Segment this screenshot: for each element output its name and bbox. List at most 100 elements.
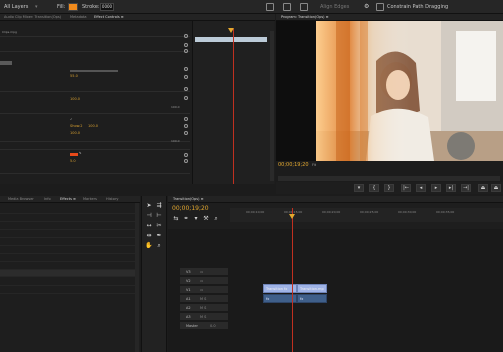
reset-icon[interactable] — [184, 87, 188, 91]
track-header-v3[interactable]: V3 ▭ — [180, 268, 228, 276]
value-2b[interactable]: 100.0 — [171, 105, 180, 109]
list-item[interactable] — [0, 279, 136, 286]
list-item[interactable] — [0, 247, 136, 254]
arrange-icon[interactable] — [300, 3, 308, 11]
value-4[interactable]: 100.0 — [70, 131, 80, 135]
track-header-a3[interactable]: A3 M S — [180, 313, 228, 321]
selection-tool-icon[interactable]: ➤ — [145, 202, 153, 210]
extract-icon[interactable]: ⏏ — [491, 184, 501, 192]
opacity-slider[interactable] — [70, 70, 118, 72]
step-back-icon[interactable]: ◂ — [416, 184, 426, 192]
constrain-checkbox[interactable] — [376, 3, 384, 11]
collapse-toggle[interactable] — [0, 61, 12, 65]
track-header-v1[interactable]: V1 ▭ — [180, 286, 228, 294]
tab-history[interactable]: History — [106, 197, 118, 201]
marker-icon[interactable]: ▾ — [354, 184, 364, 192]
reset-icon[interactable] — [184, 124, 188, 128]
audio-clip[interactable]: fx — [297, 294, 327, 303]
timeline-tab[interactable]: Transition(Ops) ≡ — [168, 196, 503, 203]
list-item[interactable] — [0, 287, 136, 294]
tab-audio-clip-mixer[interactable]: Audio Clip Mixer: Transition(Ops) — [4, 15, 61, 19]
list-item-selected[interactable] — [0, 270, 136, 277]
go-to-out-icon[interactable]: →| — [461, 184, 471, 192]
reset-icon[interactable] — [184, 67, 188, 71]
value-5[interactable]: 100.0 — [171, 139, 180, 143]
linked-icon[interactable]: ⚭ — [182, 215, 190, 223]
fill-color-swatch[interactable] — [68, 3, 78, 11]
tab-effect-controls[interactable]: Effect Controls ≡ — [94, 15, 124, 19]
playhead-icon[interactable] — [228, 28, 234, 33]
wrench-icon[interactable]: ⚒ — [202, 215, 210, 223]
list-item[interactable] — [0, 207, 136, 214]
scrollbar[interactable] — [135, 203, 139, 352]
pen-icon[interactable]: ✒ — [155, 232, 163, 240]
checkmark-icon[interactable]: ✓ — [70, 117, 73, 121]
ripple-edit-icon[interactable]: ⊣ — [145, 212, 153, 220]
reset-icon[interactable] — [184, 49, 188, 53]
reset-icon[interactable] — [184, 75, 188, 79]
program-timecode[interactable]: 00;00;19;20 — [278, 162, 309, 168]
tab-markers[interactable]: Markers — [83, 197, 97, 201]
zoom-icon[interactable]: ⌕ — [155, 242, 163, 250]
reset-icon[interactable] — [184, 96, 188, 100]
distribute-icon[interactable] — [283, 3, 291, 11]
tab-media-browser[interactable]: Media Browser — [8, 197, 34, 201]
fit-select[interactable]: Fit — [312, 163, 316, 167]
step-forward-icon[interactable]: ▸| — [446, 184, 456, 192]
track-select-icon[interactable]: ⇶ — [155, 202, 163, 210]
mark-out-icon[interactable]: } — [384, 184, 394, 192]
value-1[interactable]: 55.0 — [70, 74, 78, 78]
rolling-edit-icon[interactable]: ⊢ — [155, 212, 163, 220]
reset-icon[interactable] — [184, 159, 188, 163]
list-item[interactable] — [0, 231, 136, 238]
track-header-a1[interactable]: A1 M S — [180, 295, 228, 303]
list-item[interactable] — [0, 263, 136, 270]
clip-bar[interactable] — [195, 37, 267, 42]
scrollbar[interactable] — [270, 31, 274, 181]
marker-icon[interactable]: ▾ — [192, 215, 200, 223]
reset-icon[interactable] — [184, 43, 188, 47]
track-header-v2[interactable]: V2 ▭ — [180, 277, 228, 285]
reset-icon[interactable] — [184, 153, 188, 157]
slip-icon[interactable]: ⇹ — [145, 232, 153, 240]
stroke-value[interactable]: 0000 — [100, 3, 114, 11]
timeline-ruler[interactable]: 00;00;10;00 00;00;15;00 00;00;20;00 00;0… — [230, 208, 503, 222]
hand-icon[interactable]: ✋ — [145, 242, 153, 250]
list-item[interactable] — [0, 215, 136, 222]
timeline-timecode[interactable]: 00;00;19;20 — [172, 205, 209, 212]
list-item[interactable] — [0, 239, 136, 246]
rate-stretch-icon[interactable]: ↔ — [145, 222, 153, 230]
reset-icon[interactable] — [184, 131, 188, 135]
mark-in-icon[interactable]: { — [369, 184, 379, 192]
effect-controls-mini-timeline[interactable] — [192, 21, 274, 184]
align-icon[interactable] — [266, 3, 274, 11]
chevron-down-icon[interactable]: ▾ — [35, 4, 38, 10]
value-3c[interactable]: 100.0 — [88, 124, 98, 128]
reset-icon[interactable] — [184, 34, 188, 38]
program-monitor-tab[interactable]: Program: Transition(Ops) ≡ — [276, 14, 503, 21]
reset-icon[interactable] — [184, 117, 188, 121]
value-3b[interactable]: Show.2 — [70, 124, 82, 128]
tab-metadata[interactable]: Metadata — [70, 15, 87, 19]
layers-select[interactable]: All Layers — [4, 4, 28, 10]
eyedropper-icon[interactable]: ✎ — [79, 151, 82, 155]
lift-icon[interactable]: ⏏ — [478, 184, 488, 192]
list-item[interactable] — [0, 223, 136, 230]
color-swatch[interactable] — [70, 153, 78, 156]
tab-info[interactable]: Info — [44, 197, 51, 201]
value-2[interactable]: 100.0 — [70, 97, 80, 101]
list-item[interactable] — [0, 255, 136, 262]
program-time-ruler[interactable] — [278, 176, 500, 181]
value-7[interactable]: 5.0 — [70, 159, 76, 163]
search-icon[interactable]: ⌕ — [212, 215, 220, 223]
tab-effects[interactable]: Effects ≡ — [60, 197, 76, 201]
snap-icon[interactable]: ⇆ — [172, 215, 180, 223]
video-clip[interactable]: Transition.mp — [297, 284, 327, 293]
playhead-icon[interactable] — [289, 214, 295, 219]
play-icon[interactable]: ▸ — [431, 184, 441, 192]
track-header-a2[interactable]: A2 M S — [180, 304, 228, 312]
go-to-in-icon[interactable]: |← — [401, 184, 411, 192]
track-header-master[interactable]: Master 0.0 — [180, 322, 228, 330]
gear-icon[interactable]: ⚙ — [364, 3, 369, 10]
razor-icon[interactable]: ✂ — [155, 222, 163, 230]
